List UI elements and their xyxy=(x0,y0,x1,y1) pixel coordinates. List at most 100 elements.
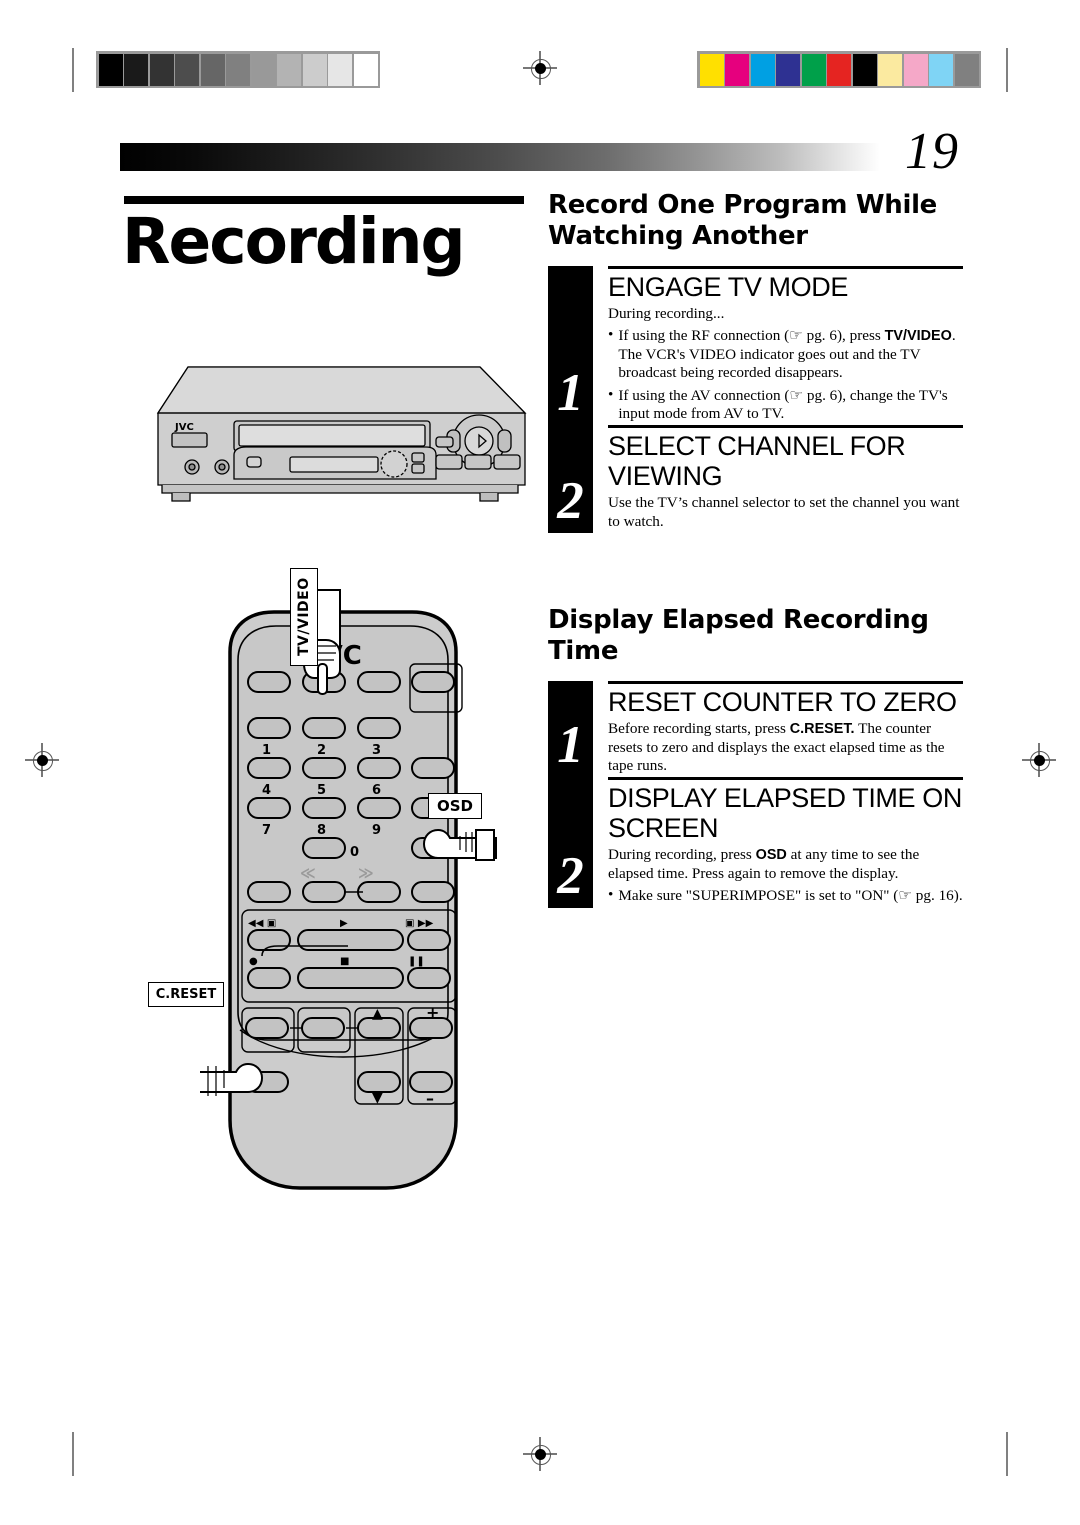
color-swatch xyxy=(750,53,775,86)
color-swatch xyxy=(954,53,979,86)
page-number: 19 xyxy=(905,123,959,180)
color-swatch xyxy=(699,53,724,86)
step-intro: During recording, press OSD at any time … xyxy=(608,846,920,882)
color-swatch xyxy=(903,53,928,86)
registration-mark-bottom xyxy=(523,1437,557,1471)
gray-swatch xyxy=(124,53,148,86)
bullet-text: Make sure "SUPERIMPOSE" is set to "ON" (… xyxy=(618,886,963,905)
pointing-hand-icon: ☞ xyxy=(789,326,803,345)
step-title: SELECT CHANNEL FOR VIEWING xyxy=(608,431,906,492)
color-swatch xyxy=(801,53,826,86)
step-title: RESET COUNTER TO ZERO xyxy=(608,687,957,718)
svg-text:2: 2 xyxy=(317,743,326,758)
svg-text:8: 8 xyxy=(317,823,326,838)
svg-text:1: 1 xyxy=(262,743,271,758)
color-swatch xyxy=(827,53,851,86)
crop-mark-top-left xyxy=(72,48,74,92)
registration-mark-left xyxy=(25,743,59,777)
crop-mark-bottom-left xyxy=(72,1432,74,1476)
emphasis: C.RESET. xyxy=(789,721,855,738)
step-title: DISPLAY ELAPSED TIME ON SCREEN xyxy=(608,783,962,844)
instruction-column: Record One Program While Watching Anothe… xyxy=(548,190,963,908)
section-heading: Record One Program While Watching Anothe… xyxy=(548,190,938,251)
bullet-dot-icon: • xyxy=(608,886,614,904)
step-number-bar: 12 xyxy=(548,681,593,908)
step-rule xyxy=(608,266,963,269)
crop-mark-bottom-right xyxy=(1006,1432,1008,1476)
chapter-title-rule xyxy=(124,196,524,204)
step-intro: Before recording starts, press C.RESET. … xyxy=(608,720,945,775)
step-rule xyxy=(608,425,963,429)
gray-swatch xyxy=(226,53,250,86)
color-swatch xyxy=(878,53,902,86)
callout-c-reset: C.RESET xyxy=(148,982,224,1007)
step: RESET COUNTER TO ZERO Before recording st… xyxy=(608,681,963,777)
pointing-hand-icon: ☞ xyxy=(898,886,912,905)
step-bullet: • If using the AV connection (☞ pg. 6), c… xyxy=(608,386,963,424)
remote-control-illustration: JVC 123 456 789 0 ≪≫ ◀◀ ▣▶▣ ▶▶ xyxy=(200,589,497,1190)
step-bullet: • Make sure "SUPERIMPOSE" is set to "ON" … xyxy=(608,886,963,905)
gray-swatch xyxy=(98,53,123,86)
step-bullet: • If using the RF connection (☞ pg. 6), p… xyxy=(608,326,963,382)
color-swatch xyxy=(776,53,800,86)
step-group: 1 2 RESET COUNTER TO ZERO Before recording … xyxy=(548,681,963,908)
bullet-text: If using the AV connection (☞ pg. 6), ch… xyxy=(618,385,948,423)
color-swatch xyxy=(725,53,749,86)
gray-swatch xyxy=(302,53,327,86)
svg-text:●: ● xyxy=(249,956,258,967)
color-swatch xyxy=(929,53,953,86)
gray-swatch xyxy=(277,53,301,86)
pointing-hand-icon: ☞ xyxy=(789,385,804,404)
step: ENGAGE TV MODE During recording... • If usi… xyxy=(608,266,963,425)
vcr-front-panel-illustration: JVC xyxy=(156,366,527,502)
color-swatch xyxy=(852,53,877,86)
step-title: ENGAGE TV MODE xyxy=(608,272,848,302)
svg-text:≫: ≫ xyxy=(358,864,374,882)
gray-swatch xyxy=(175,53,199,86)
svg-text:–: – xyxy=(426,1089,434,1108)
step-number-bar: 12 xyxy=(548,266,593,534)
callout-tv-video: TV/VIDEO xyxy=(290,568,318,666)
step-list: RESET COUNTER TO ZERO Before recording st… xyxy=(608,681,963,907)
svg-text:+: + xyxy=(426,1003,439,1022)
svg-text:9: 9 xyxy=(372,823,381,838)
gray-swatch xyxy=(149,53,174,86)
grayscale-step-wedge xyxy=(96,51,380,88)
step-number: 1 xyxy=(557,716,584,775)
emphasis: TV/VIDEO xyxy=(884,328,952,345)
step: DISPLAY ELAPSED TIME ON SCREEN During rec… xyxy=(608,777,963,907)
step-intro: During recording... xyxy=(608,305,725,322)
svg-text:▼: ▼ xyxy=(372,1090,383,1106)
step-number: 2 xyxy=(557,472,584,531)
step-list: ENGAGE TV MODE During recording... • If usi… xyxy=(608,266,963,533)
registration-mark-right xyxy=(1022,743,1056,777)
svg-text:◀◀ ▣: ◀◀ ▣ xyxy=(248,918,276,929)
bullet-dot-icon: • xyxy=(608,326,614,344)
header-gradient-bar xyxy=(120,143,880,171)
gray-swatch xyxy=(200,53,225,86)
svg-text:0: 0 xyxy=(350,845,359,860)
svg-text:6: 6 xyxy=(372,783,381,798)
step-number: 2 xyxy=(557,846,584,905)
registration-mark-top xyxy=(523,51,557,85)
color-control-bars xyxy=(697,51,981,88)
svg-text:JVC: JVC xyxy=(174,422,194,433)
section-heading: Display Elapsed Recording Time xyxy=(548,605,929,667)
step-intro: Use the TV’s channel selector to set the… xyxy=(608,494,960,530)
svg-text:▲: ▲ xyxy=(372,1006,383,1022)
step-rule xyxy=(608,777,963,781)
svg-text:7: 7 xyxy=(262,823,271,838)
crop-mark-top-right xyxy=(1006,48,1008,92)
emphasis: OSD xyxy=(755,847,787,864)
step-rule xyxy=(608,681,963,685)
gray-swatch xyxy=(328,53,352,86)
svg-text:5: 5 xyxy=(317,783,326,798)
gray-swatch xyxy=(251,53,276,86)
svg-text:❚❚: ❚❚ xyxy=(408,956,425,967)
pointing-hand-icon-osd xyxy=(422,828,497,861)
step: SELECT CHANNEL FOR VIEWING Use the TV’s c… xyxy=(608,425,963,533)
bullet-text: If using the RF connection (☞ pg. 6), pr… xyxy=(618,326,956,382)
svg-text:4: 4 xyxy=(262,783,271,798)
manual-page: 19 Recording JVC 1 2 3 4 5 6 7 8 9 0 ≪ ≫… xyxy=(0,0,1080,1525)
step-number: 1 xyxy=(557,364,584,423)
